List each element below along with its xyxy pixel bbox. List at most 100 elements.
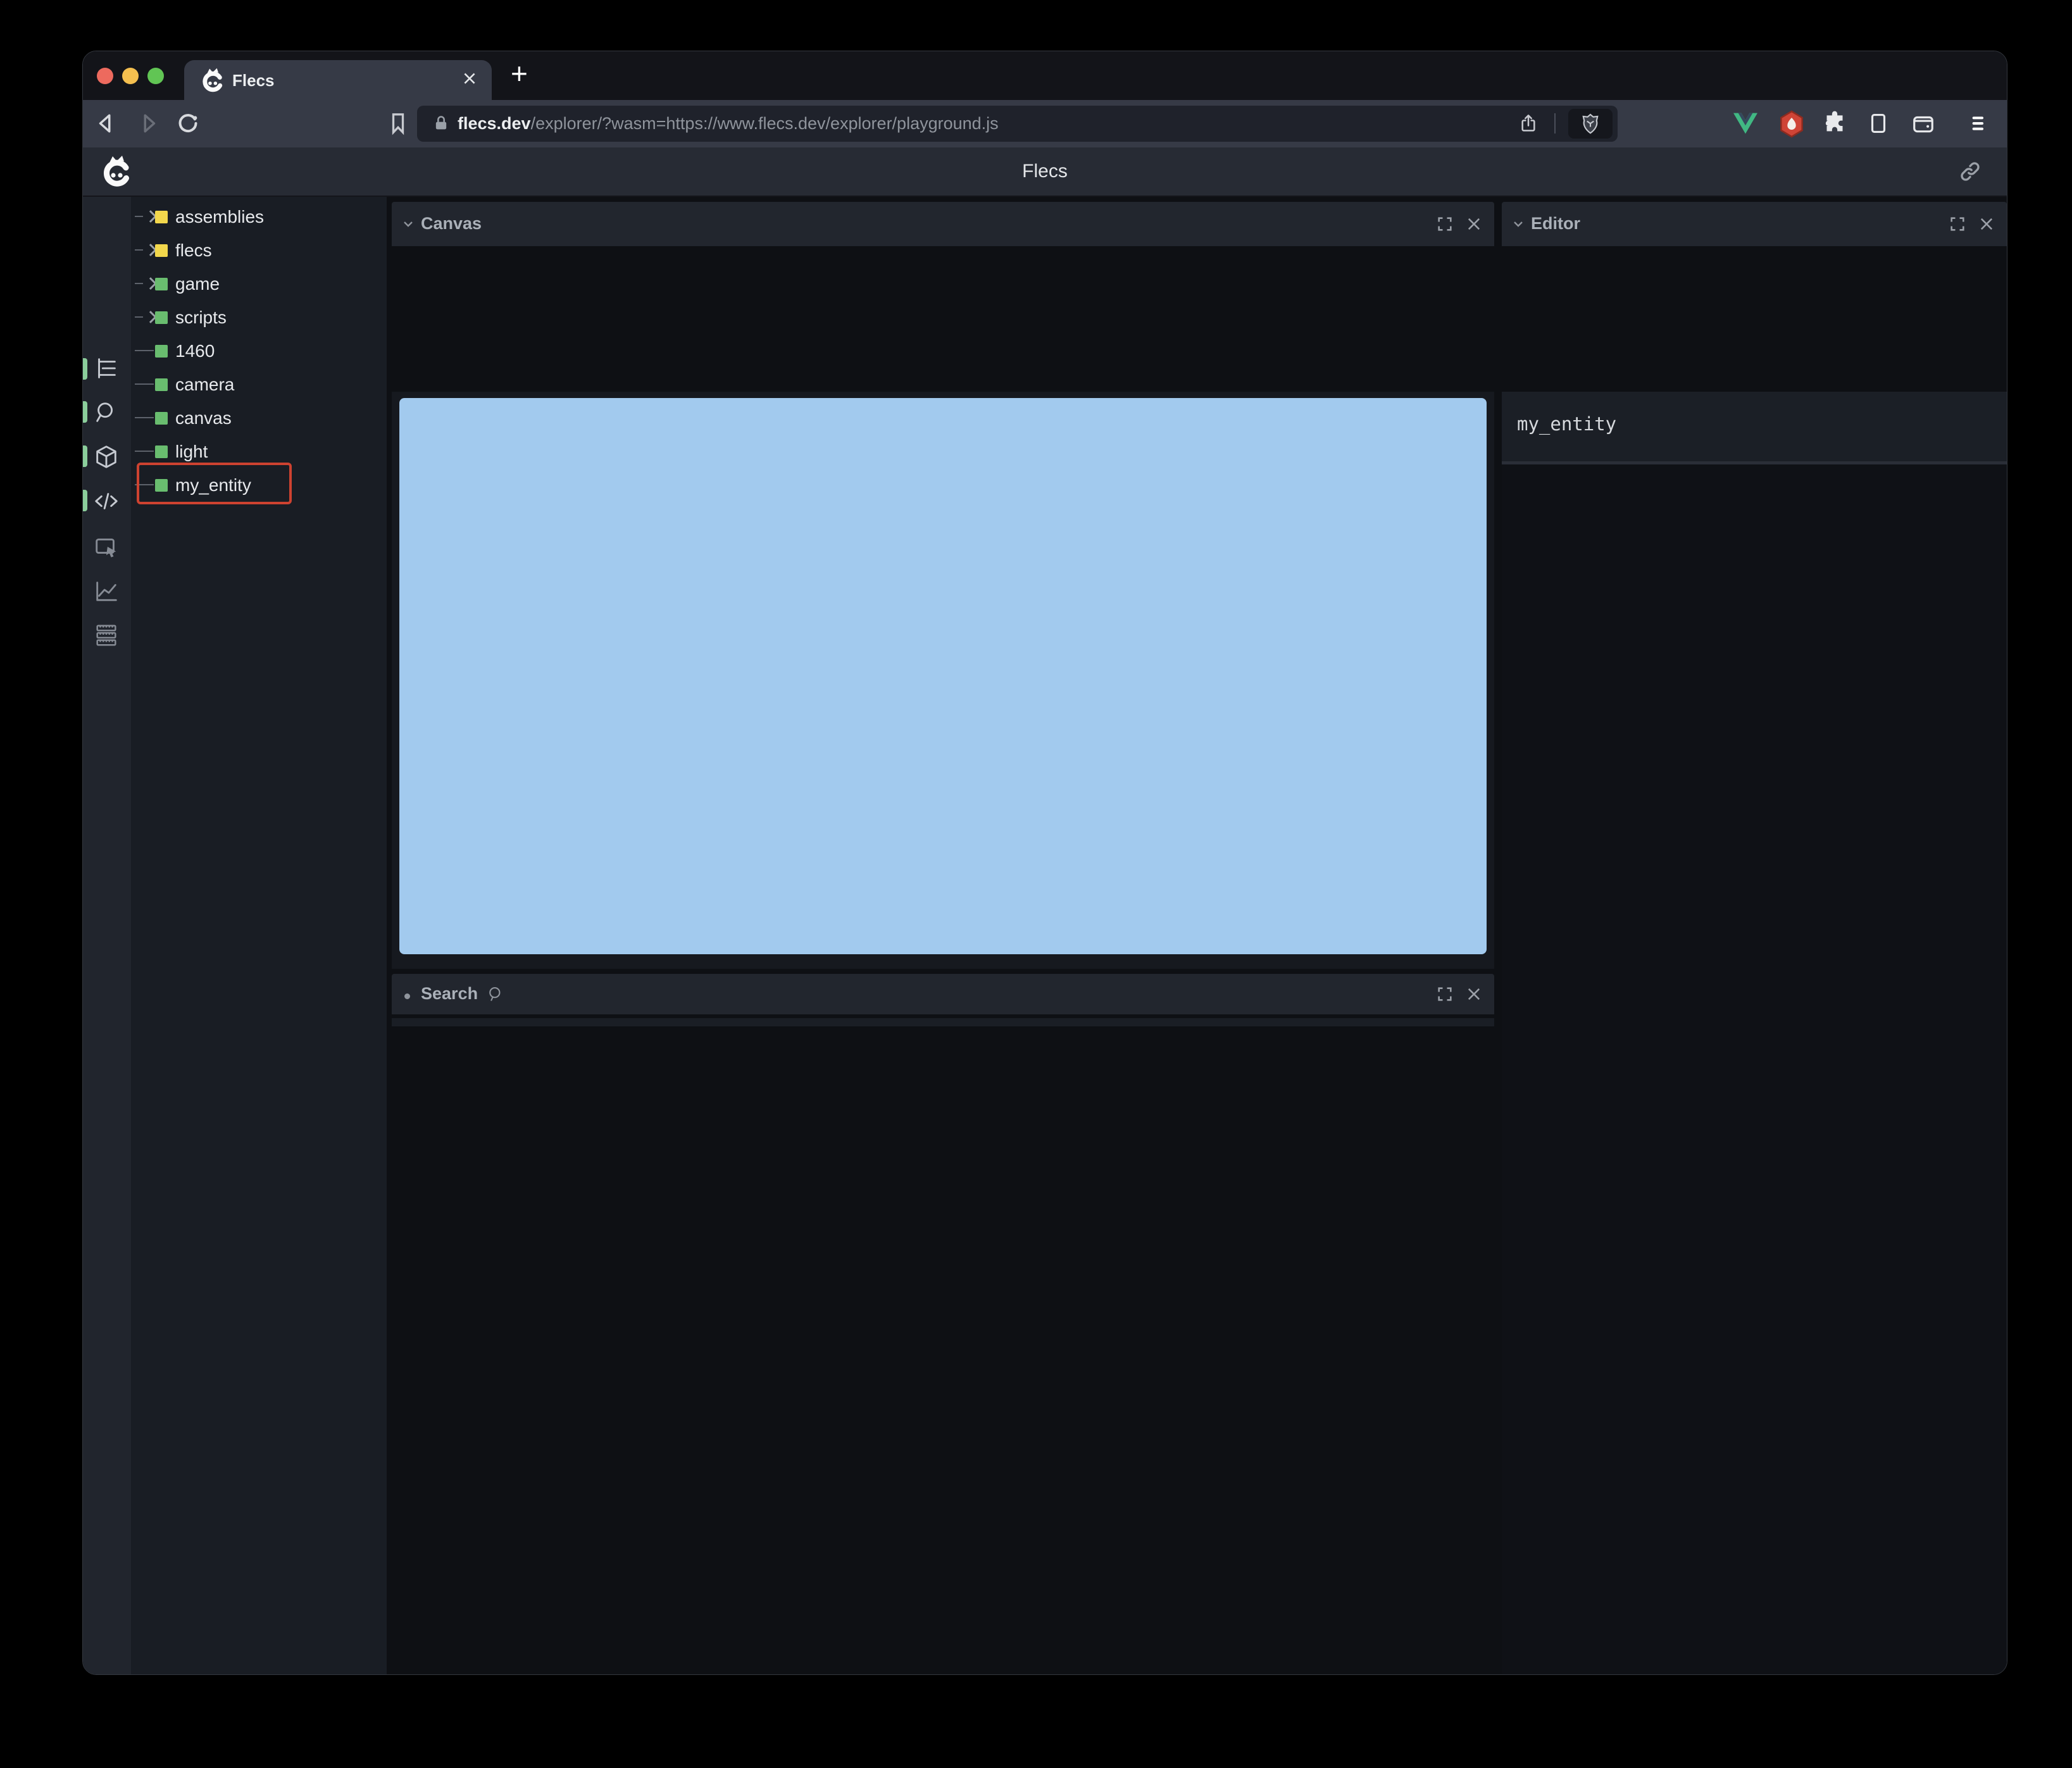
menu-icon[interactable] bbox=[1968, 113, 1989, 134]
active-pill bbox=[83, 490, 87, 511]
tab-title: Flecs bbox=[232, 71, 275, 90]
tree-item-label: scripts bbox=[175, 308, 227, 327]
active-pill bbox=[83, 358, 87, 380]
fullscreen-icon[interactable] bbox=[1949, 215, 1966, 233]
connector bbox=[135, 383, 154, 385]
close-icon[interactable] bbox=[1465, 985, 1483, 1003]
share-icon[interactable] bbox=[1518, 113, 1538, 134]
lock-icon bbox=[432, 115, 450, 132]
tree-item-scripts[interactable]: scripts bbox=[131, 301, 387, 334]
side-panel-icon[interactable] bbox=[1866, 111, 1890, 135]
tree-item-flecs[interactable]: flecs bbox=[131, 233, 387, 267]
tab-strip: Flecs + bbox=[83, 51, 2007, 100]
wallet-icon[interactable] bbox=[1911, 111, 1936, 135]
url-domain: flecs.dev bbox=[458, 114, 531, 133]
chevron-down-icon[interactable] bbox=[401, 216, 416, 232]
close-icon[interactable] bbox=[1465, 215, 1483, 233]
tree-item-assemblies[interactable]: assemblies bbox=[131, 200, 387, 233]
tab-close-icon[interactable] bbox=[461, 70, 478, 87]
connector bbox=[135, 216, 143, 217]
entity-color-square bbox=[155, 378, 168, 391]
connector bbox=[135, 249, 143, 251]
selected-entity-highlight bbox=[137, 463, 292, 504]
tree-item-game[interactable]: game bbox=[131, 267, 387, 301]
app-title: Flecs bbox=[1022, 161, 1068, 182]
code-icon[interactable] bbox=[93, 488, 120, 514]
extensions-puzzle-icon[interactable] bbox=[1822, 110, 1847, 135]
entity-color-square bbox=[155, 345, 168, 358]
entity-color-square bbox=[155, 311, 168, 324]
brave-shields-icon[interactable] bbox=[1568, 109, 1613, 139]
canvas-panel-body bbox=[392, 392, 1494, 969]
close-icon[interactable] bbox=[1978, 215, 1995, 233]
forward-icon[interactable] bbox=[136, 111, 160, 135]
urlbar-divider bbox=[1554, 113, 1556, 134]
collapsed-dot-icon bbox=[404, 993, 410, 999]
browser-tab[interactable]: Flecs bbox=[184, 60, 492, 100]
editor-code-text[interactable]: my_entity bbox=[1517, 413, 1616, 435]
extension-hex-icon[interactable] bbox=[1779, 110, 1804, 138]
tree-item-label: flecs bbox=[175, 240, 212, 260]
icon-sidebar bbox=[83, 197, 131, 1674]
canvas-panel-header[interactable]: Canvas bbox=[392, 202, 1494, 246]
tree-item-label: 1460 bbox=[175, 341, 215, 361]
tree-item-label: light bbox=[175, 442, 208, 461]
address-bar[interactable]: flecs.dev/explorer/?wasm=https://www.fle… bbox=[417, 106, 1618, 142]
canvas-panel-title: Canvas bbox=[421, 214, 482, 233]
chevron-down-icon[interactable] bbox=[1511, 216, 1526, 232]
new-tab-button[interactable]: + bbox=[511, 56, 528, 90]
editor-empty-area bbox=[1502, 464, 2007, 1674]
traffic-light-minimize[interactable] bbox=[122, 68, 139, 84]
link-icon[interactable] bbox=[1959, 160, 1982, 183]
editor-panel-body[interactable]: my_entity bbox=[1502, 392, 2007, 461]
connector bbox=[135, 283, 143, 284]
active-pill bbox=[83, 401, 87, 423]
vue-devtools-icon[interactable] bbox=[1733, 113, 1757, 134]
entity-color-square bbox=[155, 278, 168, 290]
url-text: flecs.dev/explorer/?wasm=https://www.fle… bbox=[458, 114, 999, 134]
flecs-favicon-icon bbox=[199, 68, 225, 93]
reload-icon[interactable] bbox=[175, 111, 201, 136]
url-path: /explorer/?wasm=https://www.flecs.dev/ex… bbox=[530, 114, 999, 133]
tree-item-label: camera bbox=[175, 375, 235, 394]
inspect-icon[interactable] bbox=[93, 533, 120, 560]
tree-item-camera[interactable]: camera bbox=[131, 368, 387, 401]
entity-color-square bbox=[155, 412, 168, 425]
fullscreen-icon[interactable] bbox=[1436, 215, 1454, 233]
traffic-light-zoom[interactable] bbox=[147, 68, 164, 84]
entity-color-square bbox=[155, 244, 168, 257]
tree-item-canvas[interactable]: canvas bbox=[131, 401, 387, 435]
search-panel-title: Search bbox=[421, 984, 478, 1003]
memory-icon[interactable] bbox=[93, 622, 120, 649]
connector bbox=[135, 451, 154, 452]
search-icon[interactable] bbox=[93, 399, 120, 426]
tree-item-label: canvas bbox=[175, 408, 232, 428]
browser-toolbar: flecs.dev/explorer/?wasm=https://www.fle… bbox=[83, 100, 2007, 147]
browser-window: Flecs + flecs.dev/explorer/?wasm=https:/… bbox=[82, 51, 2007, 1675]
app-header: Flecs bbox=[83, 147, 2007, 197]
connector bbox=[135, 350, 154, 351]
entities-cube-icon[interactable] bbox=[93, 444, 120, 470]
hierarchy-icon[interactable] bbox=[93, 355, 120, 382]
back-icon[interactable] bbox=[94, 111, 118, 135]
entity-color-square bbox=[155, 211, 168, 223]
editor-panel-header[interactable]: Editor bbox=[1502, 202, 2007, 246]
search-panel-header[interactable]: Search bbox=[392, 974, 1494, 1014]
connector bbox=[135, 417, 154, 418]
app-main: assemblies flecs game scripts 1460 camer… bbox=[83, 197, 2007, 1674]
tree-item-1460[interactable]: 1460 bbox=[131, 334, 387, 368]
editor-panel-title: Editor bbox=[1531, 214, 1580, 233]
screenshot-stage: Flecs + flecs.dev/explorer/?wasm=https:/… bbox=[0, 0, 2072, 1768]
tree-item-label: assemblies bbox=[175, 207, 265, 227]
active-pill bbox=[83, 445, 87, 467]
entity-tree-panel: assemblies flecs game scripts 1460 camer… bbox=[131, 197, 387, 1674]
entity-color-square bbox=[155, 445, 168, 458]
traffic-light-close[interactable] bbox=[97, 68, 113, 84]
bookmark-icon[interactable] bbox=[385, 111, 411, 136]
search-panel-body bbox=[392, 1018, 1494, 1026]
magnifier-icon bbox=[487, 985, 504, 1003]
fullscreen-icon[interactable] bbox=[1436, 985, 1454, 1003]
webgl-canvas[interactable] bbox=[399, 398, 1487, 954]
stats-chart-icon[interactable] bbox=[93, 578, 120, 604]
tree-item-label: game bbox=[175, 274, 220, 294]
